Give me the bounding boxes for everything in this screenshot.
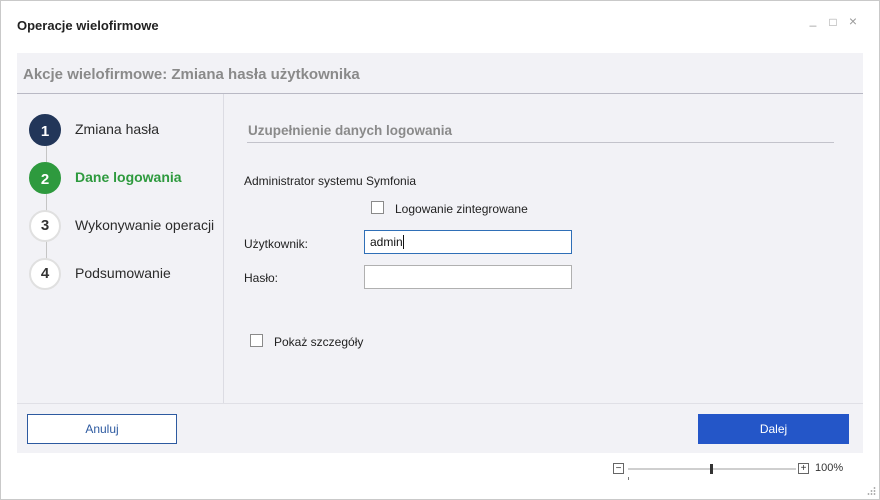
user-input-value: admin <box>370 235 403 249</box>
password-input[interactable] <box>364 265 572 289</box>
minimize-button[interactable]: _ <box>806 13 820 27</box>
maximize-button[interactable]: □ <box>826 15 840 29</box>
next-button[interactable]: Dalej <box>698 414 849 444</box>
window-title: Operacje wielofirmowe <box>17 18 159 33</box>
wizard-panel: Akcje wielofirmowe: Zmiana hasła użytkow… <box>17 53 863 453</box>
section-title: Uzupełnienie danych logowania <box>248 123 453 138</box>
zoom-out-button[interactable]: − <box>613 463 624 474</box>
step-item-1: 1 Zmiana hasła <box>29 114 229 150</box>
steps-sidebar: 1 Zmiana hasła 2 Dane logowania 3 Wykony… <box>17 94 224 403</box>
resize-grip-icon[interactable] <box>866 486 876 496</box>
cancel-button[interactable]: Anuluj <box>27 414 177 444</box>
user-input[interactable]: admin <box>364 230 572 254</box>
close-button[interactable]: × <box>846 13 860 29</box>
step-item-3: 3 Wykonywanie operacji <box>29 210 229 246</box>
wizard-footer: Anuluj Dalej <box>17 403 863 454</box>
step-number-badge: 3 <box>29 210 61 242</box>
step-number-badge: 1 <box>29 114 61 146</box>
section-divider <box>247 142 834 143</box>
step-number-badge: 4 <box>29 258 61 290</box>
admin-label: Administrator systemu Symfonia <box>244 174 417 188</box>
show-details-checkbox[interactable] <box>250 334 263 347</box>
zoom-in-button[interactable]: + <box>798 463 809 474</box>
integrated-login-checkbox[interactable] <box>371 201 384 214</box>
dialog-window: Operacje wielofirmowe _ □ × Akcje wielof… <box>0 0 880 500</box>
user-label: Użytkownik: <box>244 237 309 251</box>
text-caret <box>402 235 404 249</box>
zoom-slider-thumb[interactable] <box>710 464 713 474</box>
integrated-login-label[interactable]: Logowanie zintegrowane <box>395 202 528 216</box>
steps-connector-line <box>46 132 47 272</box>
zoom-slider-tick <box>628 477 629 480</box>
form-pane: Uzupełnienie danych logowania Administra… <box>224 94 863 403</box>
password-label: Hasło: <box>244 271 279 285</box>
step-label: Wykonywanie operacji <box>75 217 215 233</box>
step-item-2: 2 Dane logowania <box>29 162 229 198</box>
step-item-4: 4 Podsumowanie <box>29 258 229 294</box>
step-label: Zmiana hasła <box>75 121 160 137</box>
step-label: Podsumowanie <box>75 265 171 281</box>
step-number-badge: 2 <box>29 162 61 194</box>
show-details-label[interactable]: Pokaż szczegóły <box>274 335 363 349</box>
wizard-header: Akcje wielofirmowe: Zmiana hasła użytkow… <box>17 53 863 94</box>
step-label: Dane logowania <box>75 169 182 185</box>
zoom-level-label: 100% <box>815 462 844 474</box>
wizard-title: Akcje wielofirmowe: Zmiana hasła użytkow… <box>23 66 360 83</box>
